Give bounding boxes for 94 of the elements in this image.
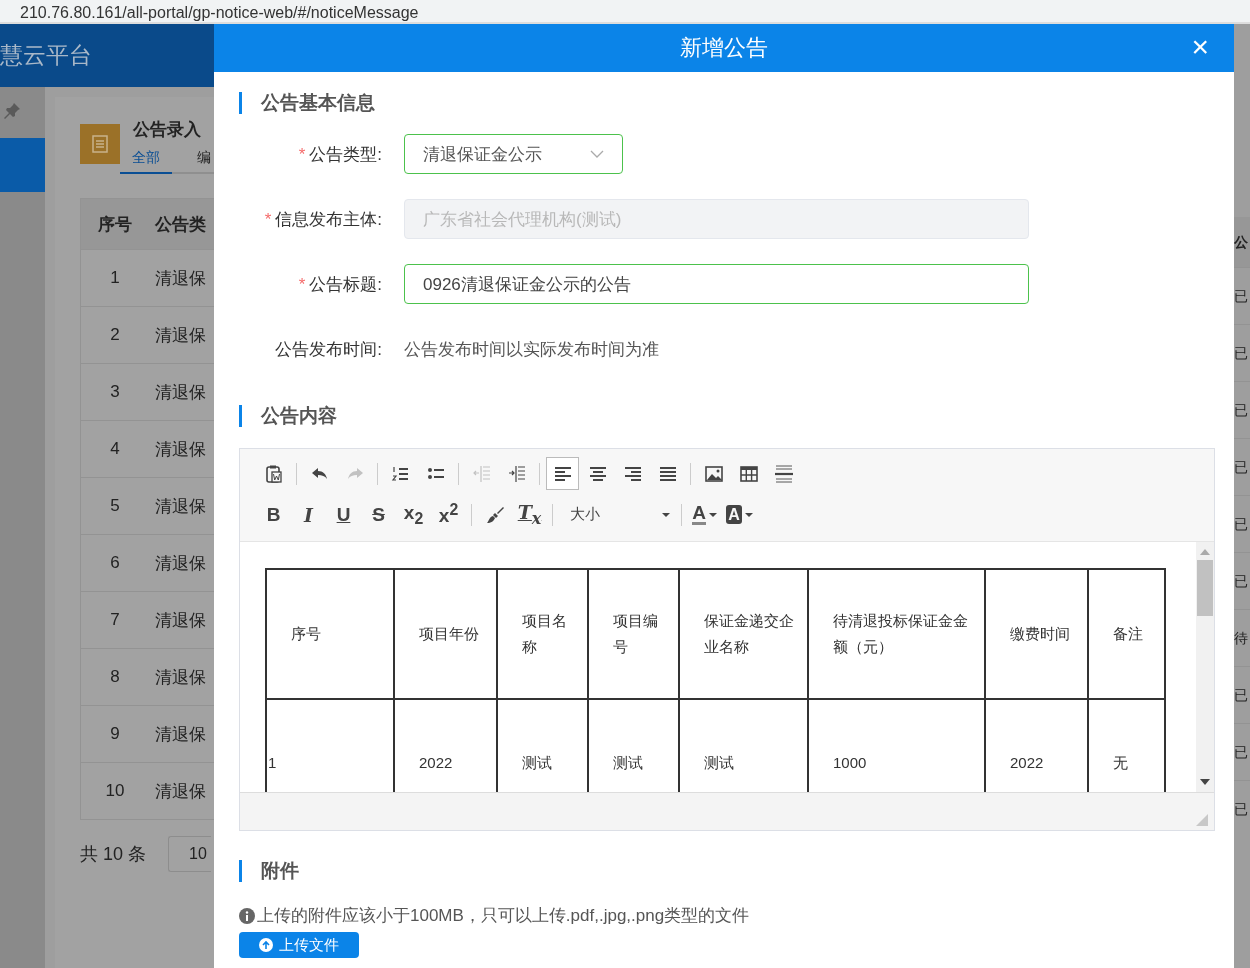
page-size-select[interactable]: 10 xyxy=(168,836,212,872)
strike-button[interactable]: S xyxy=(362,498,395,531)
table-cell-text: 5 xyxy=(109,496,121,516)
table-icon xyxy=(738,463,759,484)
type-select[interactable]: 清退保证金公示 xyxy=(404,134,623,174)
clear-button[interactable]: T$_{x}$ xyxy=(513,498,546,531)
image-icon xyxy=(703,463,724,484)
table-cell: 测试 xyxy=(704,754,734,771)
field-label: * 公告类型: xyxy=(297,143,383,166)
table-cell-text: 清退保 xyxy=(155,324,206,347)
outdent-icon xyxy=(471,463,492,484)
table-cell-text: 清退保 xyxy=(155,723,206,746)
table-cell: 已 xyxy=(1234,552,1250,609)
table-cell: 无 xyxy=(1113,754,1128,771)
highlight-button[interactable]: A xyxy=(723,498,756,531)
paste-word-icon xyxy=(263,463,284,484)
italic-button[interactable]: I xyxy=(292,498,325,531)
table-cell: 2022 xyxy=(419,754,453,771)
bold-button[interactable]: B xyxy=(257,498,290,531)
table-cell: 已 xyxy=(1234,267,1250,324)
total-count: 共 10 条 xyxy=(80,843,147,866)
resize-handle-icon[interactable] xyxy=(1196,814,1208,826)
size-button[interactable]: 大小 xyxy=(559,498,675,531)
info-icon xyxy=(239,907,255,924)
table-cell: 1000 xyxy=(833,754,867,771)
table-cell-text: 清退保 xyxy=(155,267,206,290)
upload-icon xyxy=(259,938,273,952)
table-cell: 已 xyxy=(1234,438,1250,495)
table-header-cell: 项目名称 xyxy=(522,612,567,655)
table-cell-text: 3 xyxy=(109,382,121,402)
column-header: 公 xyxy=(1234,217,1250,267)
table-cell-text: 1 xyxy=(109,268,121,288)
table-cell: 已 xyxy=(1234,495,1250,552)
column-header: 公告类 xyxy=(155,213,206,236)
table-cell-text: 清退保 xyxy=(155,666,206,689)
table-cell-text: 8 xyxy=(109,667,121,687)
close-button[interactable]: × xyxy=(1191,32,1209,62)
chevron-down-icon xyxy=(590,150,604,158)
table-cell-text: 6 xyxy=(109,553,121,573)
field-label: 公告发布时间: xyxy=(274,338,383,361)
table-cell-text: 清退保 xyxy=(155,780,206,803)
page-title: 公告录入 xyxy=(133,119,202,141)
dialog-title: 新增公告 xyxy=(680,34,768,62)
table-cell-text: 清退保 xyxy=(155,609,206,632)
script-button[interactable]: x$_{2}$ xyxy=(397,498,430,531)
caret-icon xyxy=(662,512,670,517)
table-cell: 已 xyxy=(1234,780,1250,837)
scrollbar[interactable] xyxy=(1196,542,1214,792)
table-header-cell: 保证金递交企业名称 xyxy=(704,612,794,655)
text-color-button[interactable]: A xyxy=(688,498,721,531)
scroll-down-icon[interactable] xyxy=(1200,779,1210,785)
table-header-cell: 缴费时间 xyxy=(1010,625,1070,642)
paintbrush-icon xyxy=(484,504,505,525)
table-cell: 已 xyxy=(1234,324,1250,381)
underline-button[interactable]: U xyxy=(327,498,360,531)
table-cell-text: 4 xyxy=(109,439,121,459)
table-cell-text: 清退保 xyxy=(155,552,206,575)
table-cell-text: 10 xyxy=(104,781,126,801)
table-header-cell: 备注 xyxy=(1113,625,1143,642)
table-cell-text: 9 xyxy=(109,724,121,744)
table-cell: 已 xyxy=(1234,666,1250,723)
caret-icon xyxy=(708,512,717,517)
table-cell: 已 xyxy=(1234,723,1250,780)
table-header-cell: 项目编号 xyxy=(613,612,658,655)
table-cell: 2022 xyxy=(1010,754,1044,771)
caret-icon xyxy=(744,512,753,517)
table-cell: 待 xyxy=(1234,609,1250,666)
field-value: 公告发布时间以实际发布时间为准 xyxy=(404,338,659,361)
indent-icon xyxy=(506,463,527,484)
table-cell: 测试 xyxy=(613,754,643,771)
document-icon xyxy=(80,124,120,164)
table-cell-text: 2 xyxy=(109,325,121,345)
tab[interactable]: 编 xyxy=(197,149,211,172)
table-cell-text: 清退保 xyxy=(155,381,206,404)
column-header: 序号 xyxy=(97,213,133,236)
horizontal-rule-icon xyxy=(773,463,794,484)
field-label: * 信息发布主体: xyxy=(263,208,383,231)
upload-button[interactable]: 上传文件 xyxy=(239,932,359,958)
script-button[interactable]: x$^{2}$ xyxy=(432,498,465,531)
table-cell-text: 7 xyxy=(109,610,121,630)
table-cell: 已 xyxy=(1234,381,1250,438)
table-cell-text: 清退保 xyxy=(155,438,206,461)
attachment-note: 上传的附件应该小于100MB，只可以上传.pdf,.jpg,.png类型的文件 xyxy=(257,905,750,927)
align-left-button[interactable] xyxy=(546,457,579,490)
table-header-cell: 项目年份 xyxy=(419,625,479,642)
table-cell: 测试 xyxy=(522,754,552,771)
table-cell-text: 清退保 xyxy=(155,495,206,518)
app-title: 慧云平台 xyxy=(0,41,92,70)
scrollbar-thumb[interactable] xyxy=(1197,560,1213,616)
title-input[interactable]: 0926清退保证金公示的公告 xyxy=(404,264,1029,304)
field-label: * 公告标题: xyxy=(297,273,383,296)
table-cell: 1 xyxy=(268,754,277,771)
table-header-cell: 待清退投标保证金金额（元） xyxy=(833,612,968,655)
table-header-cell: 序号 xyxy=(291,625,321,642)
